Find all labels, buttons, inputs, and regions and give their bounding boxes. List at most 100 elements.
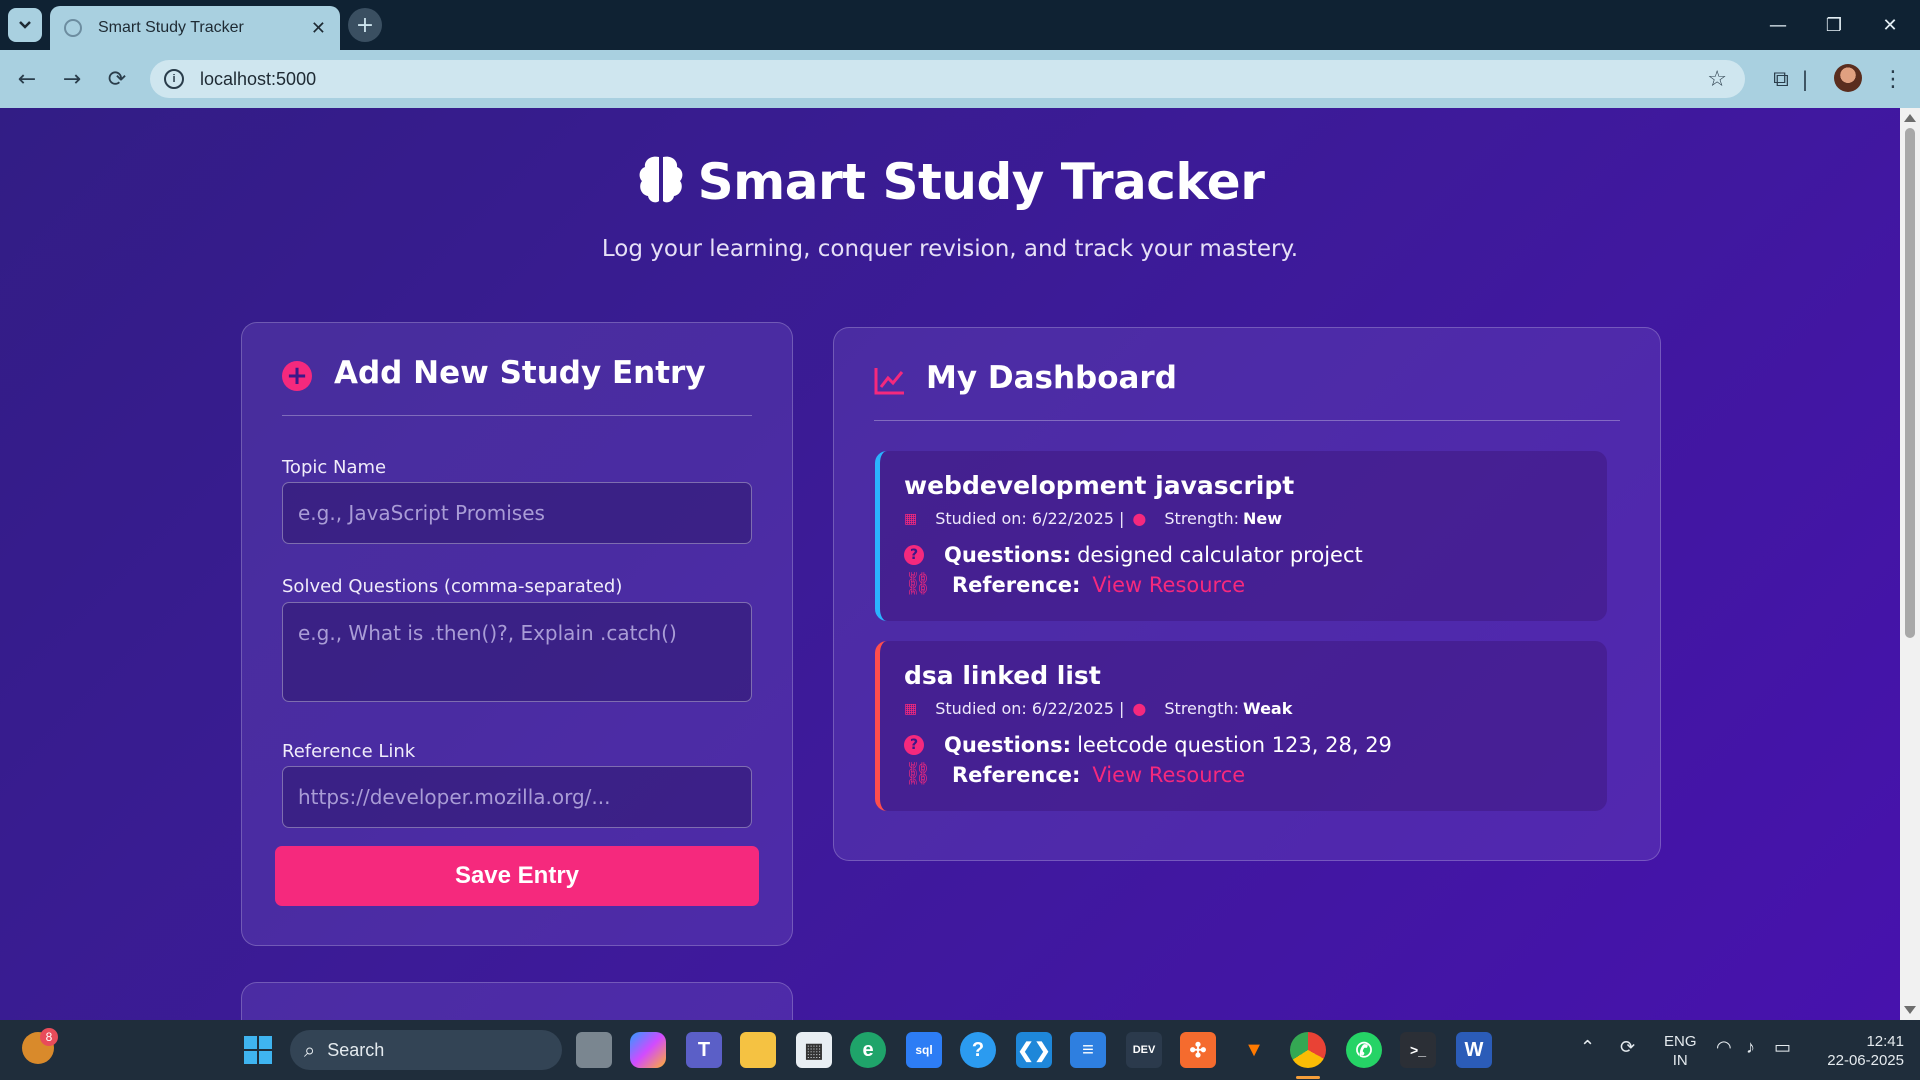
questions-label: Solved Questions (comma-separated) <box>282 576 623 597</box>
restore-button[interactable]: ❐ <box>1806 0 1862 50</box>
question-circle-icon: ? <box>904 545 924 565</box>
windows-start-icon[interactable] <box>240 1032 276 1068</box>
entry-meta: ▦ Studied on: 6/22/2025 | ● Strength: We… <box>904 699 1292 718</box>
entry-strength-label: Strength: <box>1164 699 1239 718</box>
clock[interactable]: 12:41 22-06-2025 <box>1816 1032 1904 1070</box>
whatsapp-icon[interactable]: ✆ <box>1346 1032 1382 1068</box>
battery-icon[interactable]: ▭ <box>1774 1038 1791 1057</box>
search-label: Search <box>327 1039 385 1060</box>
site-info-icon[interactable]: i <box>164 69 184 89</box>
save-entry-button[interactable]: Save Entry <box>275 846 759 906</box>
url-text: localhost:5000 <box>200 68 317 89</box>
forward-button[interactable]: → <box>55 62 89 96</box>
link-label: Reference Link <box>282 741 416 762</box>
view-resource-link[interactable]: View Resource <box>1092 573 1245 597</box>
study-entry[interactable]: dsa linked list ▦ Studied on: 6/22/2025 … <box>875 641 1607 811</box>
study-entry[interactable]: webdevelopment javascript ▦ Studied on: … <box>875 451 1607 621</box>
copilot-icon[interactable] <box>630 1032 666 1068</box>
volume-icon[interactable]: ♪ <box>1746 1038 1755 1057</box>
chrome-icon[interactable] <box>1290 1032 1326 1068</box>
scroll-thumb[interactable] <box>1905 128 1915 638</box>
link-input[interactable]: https://developer.mozilla.org/... <box>282 766 752 828</box>
taskbar-search[interactable]: ⌕ Search <box>290 1030 562 1070</box>
entry-questions: designed calculator project <box>1077 543 1363 567</box>
entry-meta: ▦ Studied on: 6/22/2025 | ● Strength: Ne… <box>904 509 1282 528</box>
app-title-text: Smart Study Tracker <box>697 153 1265 211</box>
browser-menu-icon[interactable]: ⋮ <box>1878 64 1908 94</box>
close-window-button[interactable]: ✕ <box>1862 0 1918 50</box>
devcpp-icon[interactable]: DEV <box>1126 1032 1162 1068</box>
browser-tab-active[interactable]: Smart Study Tracker ✕ <box>50 6 340 50</box>
edge-icon[interactable]: e <box>850 1032 886 1068</box>
teams-icon[interactable]: T <box>686 1032 722 1068</box>
entry-reference-row: ⛓ Reference: View Resource <box>904 572 1245 597</box>
help-icon[interactable]: ? <box>960 1032 996 1068</box>
language-indicator[interactable]: ENG IN <box>1664 1032 1697 1070</box>
topic-input[interactable]: e.g., JavaScript Promises <box>282 482 752 544</box>
show-hidden-icons[interactable]: ⌃ <box>1580 1038 1595 1057</box>
topic-label: Topic Name <box>282 457 387 478</box>
entry-strength-label: Strength: <box>1164 509 1239 528</box>
entry-topic: dsa linked list <box>904 661 1101 690</box>
sync-icon[interactable]: ⟳ <box>1620 1038 1635 1057</box>
clock-date: 22-06-2025 <box>1827 1052 1904 1069</box>
add-entry-heading: Add New Study Entry <box>334 355 706 391</box>
sublime-icon[interactable]: ▼ <box>1236 1032 1272 1068</box>
scroll-down-icon[interactable] <box>1904 1006 1916 1014</box>
back-button[interactable]: ← <box>10 62 44 96</box>
bookmark-star-icon[interactable]: ☆ <box>1707 67 1727 92</box>
globe-icon <box>64 19 82 37</box>
close-tab-icon[interactable]: ✕ <box>311 18 326 39</box>
entry-reference-label: Reference: <box>951 762 1081 787</box>
reload-button[interactable]: ⟳ <box>100 62 134 96</box>
entry-questions: leetcode question 123, 28, 29 <box>1077 733 1392 757</box>
new-tab-button[interactable]: + <box>348 8 382 42</box>
extensions-icon[interactable]: ⧉ <box>1766 64 1796 94</box>
word-icon[interactable]: W <box>1456 1032 1492 1068</box>
entry-strength: New <box>1243 509 1283 528</box>
entry-questions-label: Questions: <box>944 543 1072 567</box>
language-primary: ENG <box>1664 1033 1697 1050</box>
tab-title: Smart Study Tracker <box>98 19 244 36</box>
brain-icon: ● <box>1132 509 1147 528</box>
wifi-icon[interactable]: ◠ <box>1716 1038 1732 1057</box>
calendar-icon: ▦ <box>904 700 918 717</box>
active-app-indicator <box>1296 1076 1320 1079</box>
minimize-button[interactable]: — <box>1750 0 1806 50</box>
page-content: Smart Study Tracker Log your learning, c… <box>0 108 1900 1020</box>
browser-tabbar: Smart Study Tracker ✕ + — ❐ ✕ <box>0 0 1920 50</box>
entry-questions-label: Questions: <box>944 733 1072 757</box>
card-divider <box>874 420 1620 421</box>
view-resource-link[interactable]: View Resource <box>1092 763 1245 787</box>
entry-reference-label: Reference: <box>951 572 1081 597</box>
file-explorer-icon[interactable] <box>740 1032 776 1068</box>
secondary-card <box>241 982 793 1020</box>
search-icon: ⌕ <box>304 1038 316 1062</box>
address-bar[interactable]: i localhost:5000 ☆ <box>150 60 1745 98</box>
page-scrollbar[interactable] <box>1900 108 1920 1020</box>
terminal-icon[interactable]: >_ <box>1400 1032 1436 1068</box>
entry-questions-row: ? Questions: leetcode question 123, 28, … <box>904 733 1392 757</box>
card-divider <box>282 415 752 416</box>
vscode-icon[interactable]: ❮❯ <box>1016 1032 1052 1068</box>
question-circle-icon: ? <box>904 735 924 755</box>
entry-reference-row: ⛓ Reference: View Resource <box>904 762 1245 787</box>
microsoft-store-icon[interactable]: ▦ <box>796 1032 832 1068</box>
taskbar: 8 ⌕ Search T ▦ e sql ? ❮❯ ≡ DEV ✣ ▼ ✆ >_… <box>0 1020 1920 1080</box>
notepad-icon[interactable]: ≡ <box>1070 1032 1106 1068</box>
xampp-icon[interactable]: ✣ <box>1180 1032 1216 1068</box>
language-secondary: IN <box>1672 1052 1688 1069</box>
scroll-up-icon[interactable] <box>1904 114 1916 122</box>
task-view-icon[interactable] <box>576 1032 612 1068</box>
entry-questions-row: ? Questions: designed calculator project <box>904 543 1363 567</box>
questions-textarea[interactable]: e.g., What is .then()?, Explain .catch() <box>282 602 752 702</box>
tab-search-button[interactable] <box>8 8 42 42</box>
chevron-down-icon <box>19 21 31 29</box>
entry-studied-date: Studied on: 6/22/2025 | <box>935 699 1125 718</box>
notification-badge: 8 <box>40 1028 58 1046</box>
mysql-icon[interactable]: sql <box>906 1032 942 1068</box>
browser-toolbar: ← → ⟳ i localhost:5000 ☆ ⧉ | ⋮ <box>0 50 1920 108</box>
link-icon: ⛓ <box>904 572 932 597</box>
clock-time: 12:41 <box>1866 1033 1904 1050</box>
profile-avatar[interactable] <box>1834 64 1862 92</box>
